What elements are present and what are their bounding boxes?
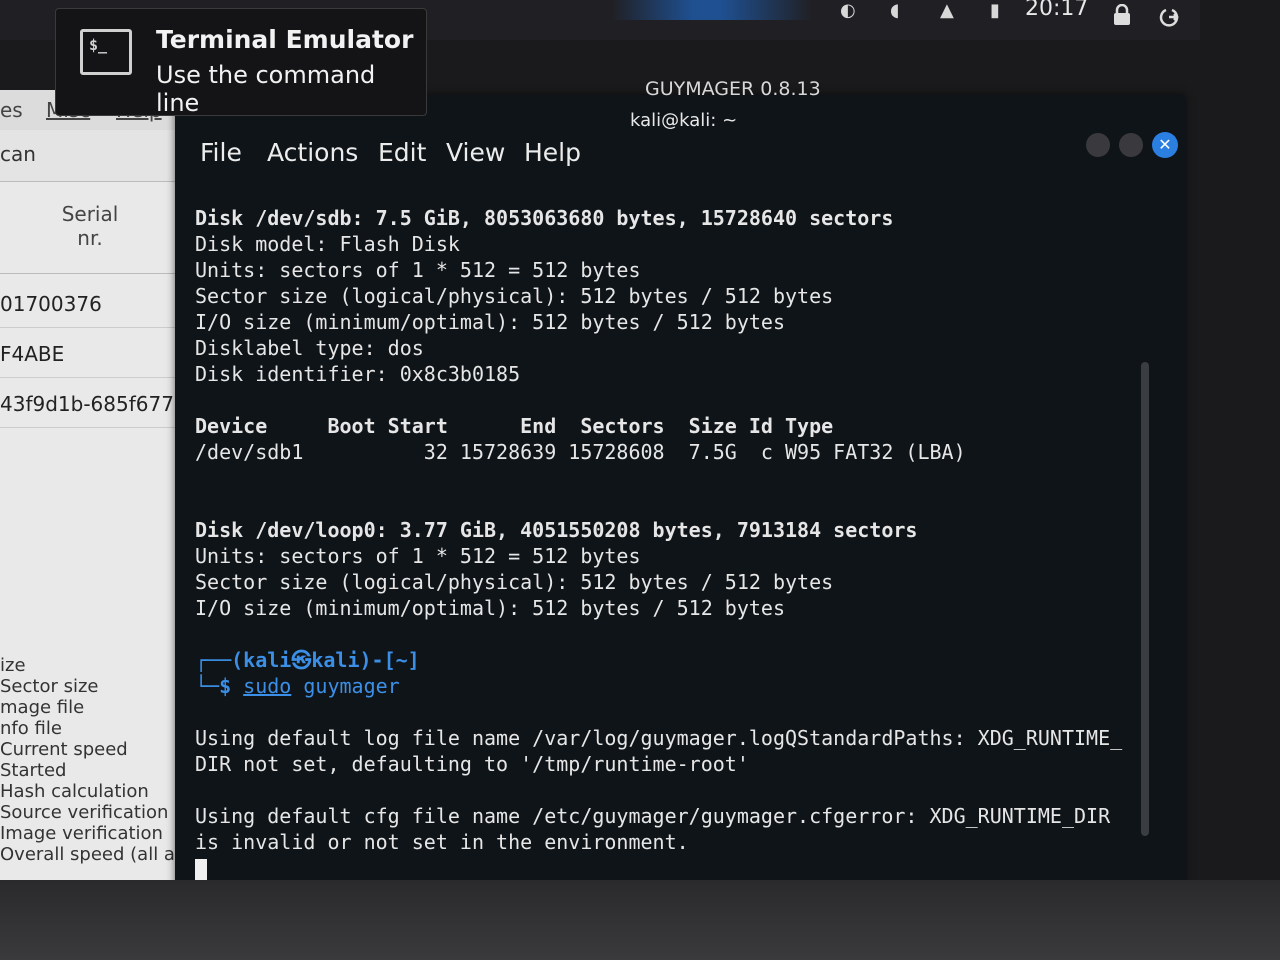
terminal-line: Disklabel type: dos bbox=[195, 336, 424, 360]
terminal-icon: $_ bbox=[80, 29, 132, 75]
terminal-line: DIR not set, defaulting to '/tmp/runtime… bbox=[195, 752, 749, 776]
terminal-line: Using default cfg file name /etc/guymage… bbox=[195, 804, 1111, 828]
cmd-sudo: sudo bbox=[243, 674, 292, 698]
terminal-line: Disk identifier: 0x8c3b0185 bbox=[195, 362, 521, 386]
terminal-line: Units: sectors of 1 * 512 = 512 bytes bbox=[195, 258, 641, 282]
terminal-line: Device Boot Start End Sectors Size Id Ty… bbox=[195, 414, 834, 438]
table-row[interactable]: 43f9d1b-685f6779 bbox=[0, 380, 190, 428]
terminal-menubar: File Actions Edit View Help bbox=[175, 130, 1075, 180]
network-monitor-graph bbox=[612, 0, 812, 20]
terminal-line: Disk model: Flash Disk bbox=[195, 232, 460, 256]
command-line: └─$ sudo guymager bbox=[195, 673, 1135, 699]
table-row[interactable]: F4ABE bbox=[0, 330, 190, 378]
cmd-program: guymager bbox=[303, 674, 400, 698]
terminal-line: Disk /dev/loop0: 3.77 GiB, 4051550208 by… bbox=[195, 518, 918, 542]
volume-icon[interactable]: ◖ bbox=[890, 0, 899, 21]
terminal-line: Disk /dev/sdb: 7.5 GiB, 8053063680 bytes… bbox=[195, 206, 894, 230]
table-row[interactable]: 01700376 bbox=[0, 280, 190, 328]
logout-icon[interactable] bbox=[1158, 6, 1180, 28]
terminal-scrollbar[interactable] bbox=[1141, 362, 1149, 836]
text-cursor bbox=[195, 858, 207, 881]
terminal-line: /dev/sdb1 32 15728639 15728608 7.5G c W9… bbox=[195, 440, 966, 464]
maximize-button[interactable] bbox=[1119, 133, 1143, 157]
clock[interactable]: 20:17 bbox=[1025, 0, 1088, 21]
rescan-button[interactable]: can bbox=[0, 142, 36, 166]
menu-devices[interactable]: es bbox=[0, 98, 23, 122]
lock-icon[interactable] bbox=[1112, 4, 1132, 26]
guymager-title: GUYMAGER 0.8.13 bbox=[645, 78, 821, 100]
terminal-line: Using default log file name /var/log/guy… bbox=[195, 726, 1123, 750]
terminal-title: kali@kali: ~ bbox=[630, 110, 738, 131]
monitor-bezel bbox=[0, 880, 1280, 960]
serial-column-header[interactable]: Serial nr. bbox=[0, 202, 180, 274]
shell-prompt: ┌──(kali㉿kali)-[~] bbox=[195, 648, 420, 672]
close-button[interactable]: ✕ bbox=[1152, 132, 1178, 158]
menu-actions[interactable]: Actions bbox=[267, 138, 358, 167]
terminal-line: I/O size (minimum/optimal): 512 bytes / … bbox=[195, 596, 786, 620]
terminal-line: I/O size (minimum/optimal): 512 bytes / … bbox=[195, 310, 786, 334]
header-line-1: Serial bbox=[61, 202, 119, 226]
menu-file[interactable]: File bbox=[200, 138, 242, 167]
menu-view[interactable]: View bbox=[446, 138, 505, 167]
bell-icon[interactable]: ▲ bbox=[940, 0, 954, 21]
menu-edit[interactable]: Edit bbox=[378, 138, 426, 167]
menu-help[interactable]: Help bbox=[524, 138, 581, 167]
prompt-dollar: └─$ bbox=[195, 674, 232, 698]
terminal-line: Units: sectors of 1 * 512 = 512 bytes bbox=[195, 544, 641, 568]
terminal-line: Sector size (logical/physical): 512 byte… bbox=[195, 570, 834, 594]
tooltip-title: Terminal Emulator bbox=[156, 25, 414, 54]
terminal-output[interactable]: Disk /dev/sdb: 7.5 GiB, 8053063680 bytes… bbox=[195, 205, 1135, 881]
terminal-line: Sector size (logical/physical): 512 byte… bbox=[195, 284, 834, 308]
minimize-button[interactable] bbox=[1086, 133, 1110, 157]
header-line-2: nr. bbox=[77, 226, 103, 250]
tooltip-subtitle: Use the command line bbox=[156, 61, 376, 117]
launcher-tooltip: $_ Terminal Emulator Use the command lin… bbox=[55, 8, 427, 117]
battery-icon[interactable]: ▮ bbox=[990, 0, 1000, 21]
cursor-line bbox=[195, 855, 1135, 881]
notification-icon[interactable]: ◐ bbox=[840, 0, 856, 21]
terminal-line: is invalid or not set in the environment… bbox=[195, 830, 689, 854]
